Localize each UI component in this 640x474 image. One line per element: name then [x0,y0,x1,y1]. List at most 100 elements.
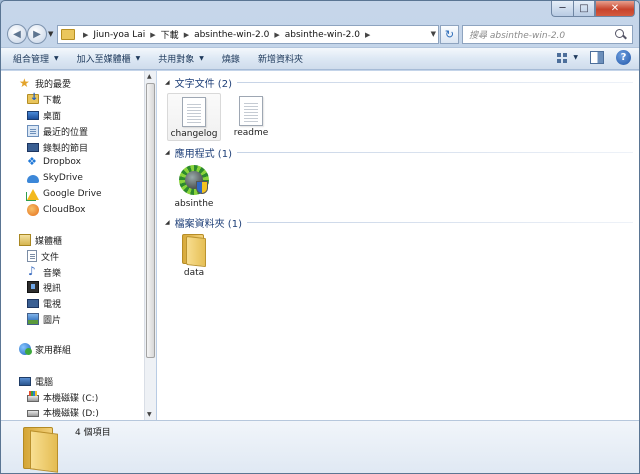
nav-label: 桌面 [43,111,62,122]
file-item-changelog[interactable]: changelog [167,93,221,141]
breadcrumb-downloads[interactable]: 下載 [161,28,179,41]
collapse-triangle-icon[interactable]: ◢ [165,149,170,156]
help-icon[interactable]: ? [616,50,631,65]
explorer-window: ─ □ ✕ ◀ ▶ ▼ ▶ Jiun-yoa Lai ▶ 下載 ▶ absint… [0,0,640,474]
text-document-icon [239,96,263,126]
caption-buttons: ─ □ ✕ [551,1,635,17]
add-to-library-button[interactable]: 加入至媒體櫃 ▼ [71,52,147,65]
nav-item-skydrive[interactable]: SkyDrive [27,170,83,186]
group-header-folders[interactable]: ◢ 檔案資料夾 (1) [165,215,242,230]
nav-item-videos[interactable]: 視訊 [27,279,61,295]
new-folder-button[interactable]: 新增資料夾 [252,52,309,65]
search-icon[interactable] [613,27,629,43]
desktop-icon [27,110,39,120]
back-button[interactable]: ◀ [7,24,27,44]
close-button[interactable]: ✕ [595,1,635,17]
organize-label: 組合管理 [13,55,50,65]
nav-label: 最近的位置 [43,127,89,138]
group-label: 檔案資料夾 (1) [174,219,242,230]
navigation-row: ◀ ▶ ▼ ▶ Jiun-yoa Lai ▶ 下載 ▶ absinthe-win… [1,22,639,46]
chevron-right-icon[interactable]: ▶ [83,31,88,39]
group-header-text-documents[interactable]: ◢ 文字文件 (2) [165,75,232,90]
file-item-readme[interactable]: readme [224,93,278,141]
chevron-down-icon[interactable]: ▼ [573,54,578,61]
nav-item-drive-c[interactable]: 本機磁碟 (C:) [27,389,98,405]
preview-pane-icon[interactable] [590,51,604,64]
nav-computer[interactable]: 電腦 [19,373,53,389]
drive-d-icon [27,410,39,417]
absinthe-app-icon [177,163,211,197]
drive-c-icon [27,391,39,402]
nav-item-dropbox[interactable]: ❖ Dropbox [27,154,81,170]
collapse-triangle-icon[interactable]: ◢ [165,219,170,226]
nav-libraries[interactable]: 媒體櫃 [19,232,62,248]
nav-item-pictures[interactable]: 圖片 [27,311,61,327]
maximize-button[interactable]: □ [573,1,595,17]
nav-item-tv[interactable]: 電視 [27,295,61,311]
organize-button[interactable]: 組合管理 ▼ [7,52,65,65]
collapse-triangle-icon[interactable]: ◢ [165,79,170,86]
recorded-tv-icon [27,142,39,152]
nav-item-cloudbox[interactable]: CloudBox [27,202,85,218]
group-header-applications[interactable]: ◢ 應用程式 (1) [165,145,232,160]
refresh-button[interactable]: ↻ [440,25,459,44]
recent-pages-dropdown[interactable]: ▼ [48,30,53,38]
nav-item-documents[interactable]: 文件 [27,248,59,264]
file-item-data[interactable]: data [167,234,221,282]
nav-label: 文件 [41,252,60,263]
documents-icon [27,250,37,262]
chevron-right-icon[interactable]: ▶ [150,31,155,39]
chevron-down-icon: ▼ [54,55,59,62]
computer-icon [19,376,31,386]
scroll-up-icon[interactable]: ▲ [147,73,152,80]
folder-icon [21,427,61,473]
share-with-label: 共用對象 [158,55,195,65]
homegroup-icon [19,343,32,355]
forward-button[interactable]: ▶ [27,24,47,44]
address-bar[interactable]: ▶ Jiun-yoa Lai ▶ 下載 ▶ absinthe-win-2.0 ▶… [57,25,439,44]
nav-homegroup[interactable]: 家用群組 [19,341,71,357]
add-to-library-label: 加入至媒體櫃 [76,55,131,65]
file-item-absinthe[interactable]: absinthe [167,163,221,211]
share-with-button[interactable]: 共用對象 ▼ [152,52,210,65]
nav-item-google-drive[interactable]: Google Drive [27,186,102,202]
nav-pane-scrollbar[interactable]: ▲ ▼ [144,71,156,420]
nav-item-music[interactable]: 音樂 [27,264,61,280]
tv-icon [27,298,39,308]
nav-item-recorded-tv[interactable]: 錄製的節目 [27,139,88,155]
nav-label: 圖片 [43,315,62,326]
nav-label: 本機磁碟 (C:) [43,393,99,404]
breadcrumb-absinthe-parent[interactable]: absinthe-win-2.0 [194,30,269,40]
chevron-right-icon[interactable]: ▶ [365,31,370,39]
breadcrumb-user[interactable]: Jiun-yoa Lai [93,30,145,40]
nav-label: 媒體櫃 [35,236,63,247]
nav-favorites[interactable]: ★ 我的最愛 [19,75,71,91]
nav-label: 音樂 [43,268,62,279]
scrollbar-thumb[interactable] [146,83,155,358]
nav-item-drive-d[interactable]: 本機磁碟 (D:) [27,404,99,420]
breadcrumb-absinthe-current[interactable]: absinthe-win-2.0 [285,30,360,40]
file-name: data [183,268,205,278]
nav-label: CloudBox [43,205,86,215]
chevron-right-icon[interactable]: ▶ [274,31,279,39]
change-view-icon[interactable] [555,51,569,65]
search-box[interactable]: 搜尋 absinthe-win-2.0 [462,25,633,44]
search-input[interactable]: 搜尋 absinthe-win-2.0 [469,28,613,41]
burn-button[interactable]: 燒錄 [216,52,246,65]
text-document-icon [182,97,206,127]
chevron-down-icon: ▼ [135,55,141,62]
google-drive-icon [27,188,39,200]
nav-item-downloads[interactable]: 下載 [27,91,61,107]
navigation-pane: ★ 我的最愛 下載 桌面 最近的位置 錄製的節目 ❖ Dropbox SkyDr… [1,71,144,420]
nav-item-desktop[interactable]: 桌面 [27,107,61,123]
nav-item-recent[interactable]: 最近的位置 [27,123,88,139]
file-name: absinthe [174,199,214,209]
chevron-right-icon[interactable]: ▶ [184,31,189,39]
nav-label: Dropbox [43,157,81,167]
videos-icon [27,281,39,293]
address-dropdown[interactable]: ▼ [431,30,436,38]
scroll-down-icon[interactable]: ▼ [147,411,152,418]
item-count: 4 個項目 [75,428,111,438]
minimize-button[interactable]: ─ [551,1,573,17]
forward-arrow-icon: ▶ [33,28,41,40]
